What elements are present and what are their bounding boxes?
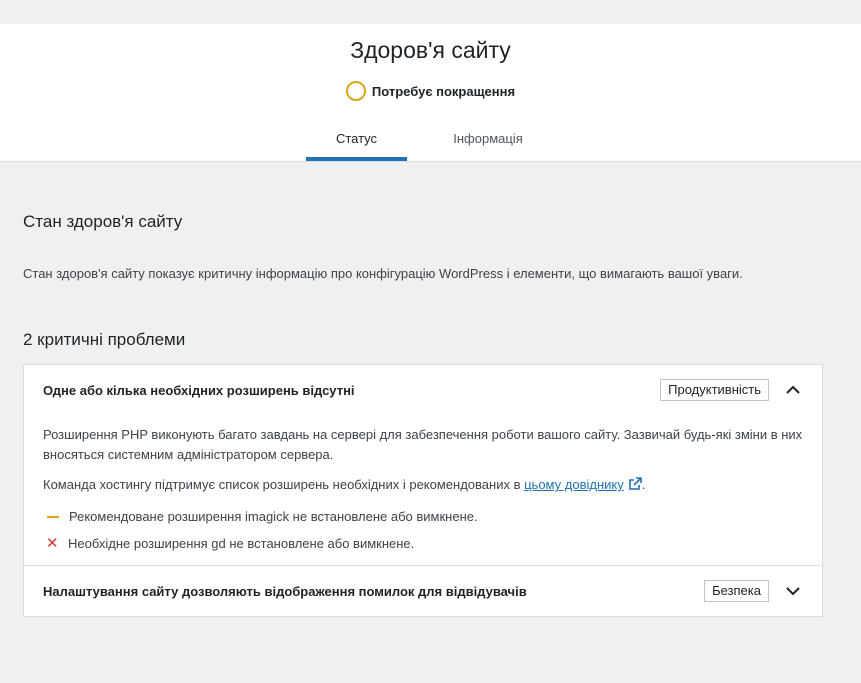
issue-header-extensions[interactable]: Одне або кілька необхідних розширень від… [24,365,822,415]
page-title: Здоров'я сайту [350,37,511,63]
tabs-nav: Статус Інформація [0,120,861,161]
warning-dash-icon [47,515,59,518]
error-x-icon: ✕ [46,534,59,552]
issue-badge: Безпека [704,580,769,602]
issue-title: Одне або кілька необхідних розширень від… [43,382,355,398]
handbook-link[interactable]: цьому довіднику [524,477,642,492]
issue-item: Одне або кілька необхідних розширень від… [24,365,822,565]
external-link-icon [628,477,642,490]
issue-title: Налаштування сайту дозволяють відображен… [43,583,527,599]
main-content: Стан здоров'я сайту Стан здоров'я сайту … [0,212,861,617]
health-status: Потребує покращення [0,81,861,101]
list-item-text: Необхідне розширення gd не встановлене а… [68,536,415,551]
list-item-text: Рекомендоване розширення imagick не вста… [69,509,478,524]
hosting-note-suffix: . [641,477,646,492]
issue-badge: Продуктивність [660,379,769,401]
tab-status[interactable]: Статус [306,120,407,161]
top-strip [0,0,861,24]
issue-hosting-note: Команда хостингу підтримує список розшир… [43,475,803,495]
chevron-down-icon[interactable] [783,581,803,601]
site-health-header: Здоров'я сайту Потребує покращення Стату… [0,24,861,162]
status-circle-icon [345,81,366,101]
section-title: Стан здоров'я сайту [23,212,183,231]
chevron-up-icon[interactable] [783,380,803,400]
list-item: Рекомендоване розширення imagick не вста… [43,509,803,524]
status-label: Потребує покращення [371,83,516,99]
tab-info[interactable]: Інформація [437,120,539,161]
handbook-link-label: цьому довіднику [524,477,624,492]
issues-accordion: Одне або кілька необхідних розширень від… [23,364,823,617]
hosting-note-text: Команда хостингу підтримує список розшир… [43,477,521,492]
issue-header-debug[interactable]: Налаштування сайту дозволяють відображен… [24,566,822,616]
critical-issues-title: 2 критичні проблеми [23,330,186,349]
list-item: ✕ Необхідне розширення gd не встановлене… [43,534,803,552]
issue-item: Налаштування сайту дозволяють відображен… [24,565,822,616]
issue-body: Розширення PHP виконують багато завдань … [24,415,822,565]
section-description: Стан здоров'я сайту показує критичну інф… [23,266,743,281]
issue-description: Розширення PHP виконують багато завдань … [43,427,803,462]
